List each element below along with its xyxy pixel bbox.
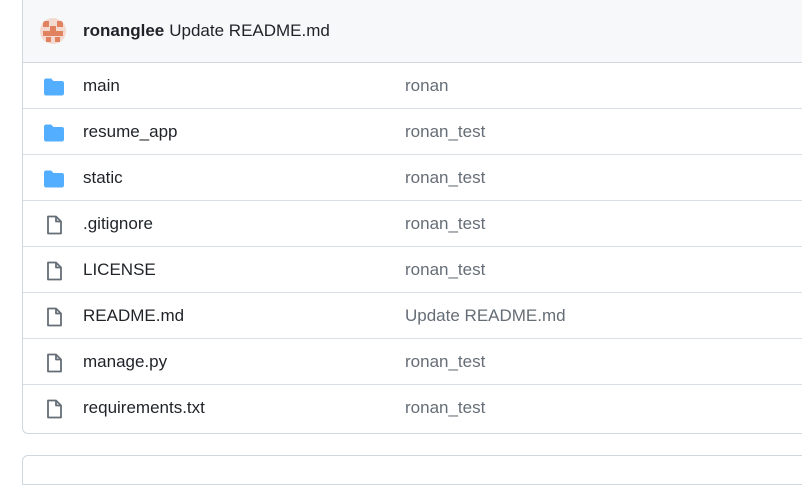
file-commit-message-link[interactable]: ronan_test (405, 352, 485, 372)
file-commit-message-link[interactable]: ronan_test (405, 122, 485, 142)
file-list: main ronan resume_app ronan_test static ronan… (23, 63, 802, 431)
file-row[interactable]: static ronan_test (23, 155, 802, 201)
file-row[interactable]: README.md Update README.md (23, 293, 802, 339)
file-commit-message-link[interactable]: ronan_test (405, 168, 485, 188)
commit-message-link[interactable]: Update README.md (169, 21, 330, 41)
file-name-link[interactable]: manage.py (83, 352, 167, 372)
folder-icon (43, 169, 65, 189)
file-commit-message-link[interactable]: ronan_test (405, 260, 485, 280)
file-name-link[interactable]: LICENSE (83, 260, 156, 280)
file-row[interactable]: resume_app ronan_test (23, 109, 802, 155)
file-row[interactable]: requirements.txt ronan_test (23, 385, 802, 431)
file-name-link[interactable]: .gitignore (83, 214, 153, 234)
file-row[interactable]: LICENSE ronan_test (23, 247, 802, 293)
file-browser: ronanglee Update README.md main ronan resu… (22, 0, 802, 434)
file-name-link[interactable]: static (83, 168, 123, 188)
folder-icon (43, 123, 65, 143)
folder-icon (43, 77, 65, 97)
file-name-link[interactable]: resume_app (83, 122, 178, 142)
file-row[interactable]: manage.py ronan_test (23, 339, 802, 385)
readme-box-edge (22, 455, 802, 485)
file-icon (43, 353, 65, 373)
file-icon (43, 215, 65, 235)
commit-author-link[interactable]: ronanglee (83, 21, 164, 41)
file-name-link[interactable]: main (83, 76, 120, 96)
file-name-link[interactable]: README.md (83, 306, 184, 326)
file-row[interactable]: .gitignore ronan_test (23, 201, 802, 247)
file-row[interactable]: main ronan (23, 63, 802, 109)
file-commit-message-link[interactable]: ronan_test (405, 398, 485, 418)
file-commit-message-link[interactable]: ronan (405, 76, 448, 96)
file-icon (43, 307, 65, 327)
latest-commit-bar: ronanglee Update README.md (23, 0, 802, 63)
file-commit-message-link[interactable]: Update README.md (405, 306, 566, 326)
avatar[interactable] (40, 18, 66, 44)
file-name-link[interactable]: requirements.txt (83, 398, 205, 418)
file-icon (43, 261, 65, 281)
file-commit-message-link[interactable]: ronan_test (405, 214, 485, 234)
file-icon (43, 399, 65, 419)
